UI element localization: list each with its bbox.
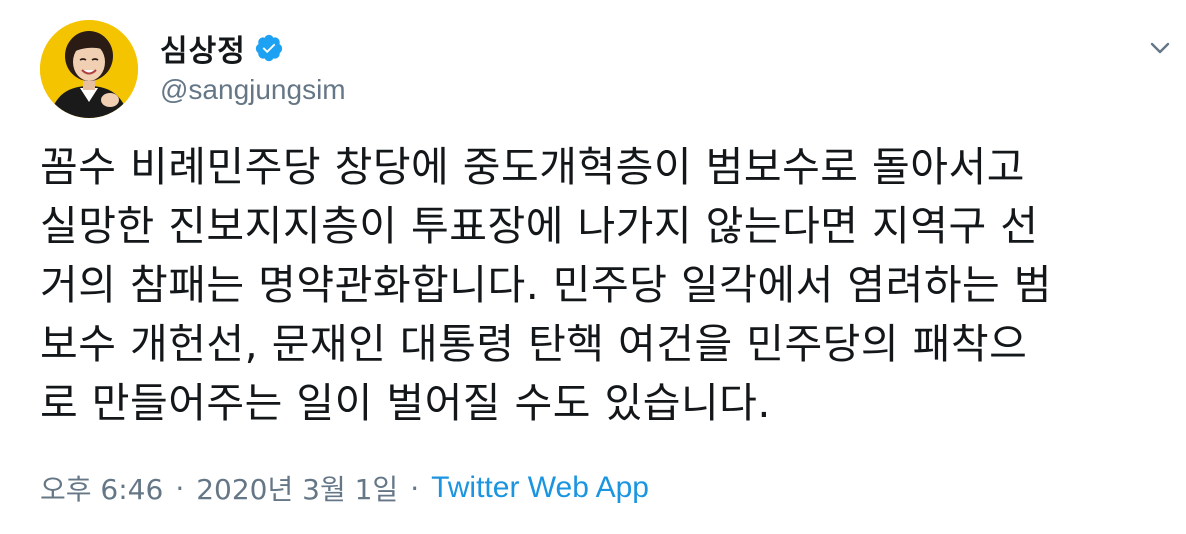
- source-link[interactable]: Twitter Web App: [431, 471, 649, 505]
- meta-separator: ·: [410, 471, 420, 505]
- tweet-meta: 오후 6:46 · 2020년 3월 1일 · Twitter Web App: [40, 468, 649, 508]
- tweet-date[interactable]: 2020년 3월 1일: [196, 468, 398, 508]
- display-name-row: 심상정: [160, 26, 346, 70]
- author-header: 심상정 @sangjungsim: [160, 28, 346, 106]
- tweet-text: 꼼수 비례민주당 창당에 중도개혁층이 범보수로 돌아서고 실망한 진보지지층이…: [40, 143, 1053, 427]
- tweet-time[interactable]: 오후 6:46: [40, 468, 163, 508]
- avatar-photo: [40, 20, 138, 118]
- chevron-down-icon[interactable]: [1146, 34, 1174, 62]
- display-name[interactable]: 심상정: [160, 26, 246, 70]
- author-avatar[interactable]: [40, 20, 138, 118]
- verified-badge-icon: [254, 33, 284, 63]
- meta-separator: ·: [175, 471, 185, 505]
- tweet-card: 심상정 @sangjungsim 꼼수 비례민주당 창당에 중도개혁층이 범보수…: [0, 0, 1186, 534]
- author-handle[interactable]: @sangjungsim: [160, 74, 346, 106]
